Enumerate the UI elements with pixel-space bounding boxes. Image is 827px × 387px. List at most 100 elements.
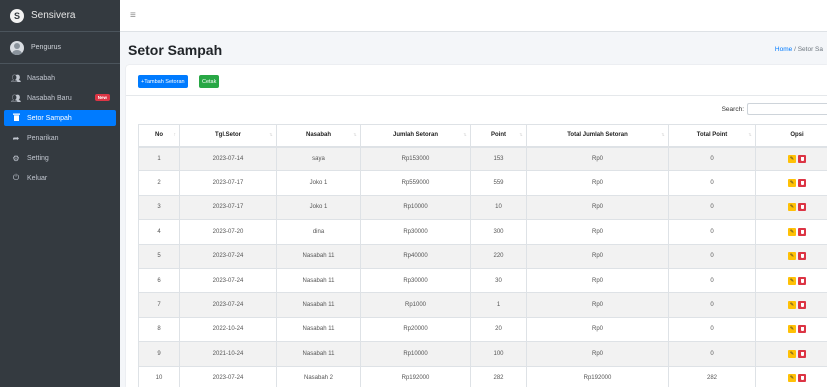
table-row: 5 2023-07-24 Nasabah 11 Rp40000 220 Rp0 0 ✎ bbox=[138, 243, 827, 269]
delete-icon[interactable] bbox=[798, 154, 806, 163]
search-input[interactable] bbox=[747, 103, 827, 115]
user-panel[interactable]: Pengurus bbox=[0, 32, 120, 64]
cell-tgl-setor: 2023-07-17 bbox=[179, 194, 277, 221]
cell-no: 4 bbox=[138, 219, 180, 245]
delete-icon[interactable] bbox=[798, 374, 806, 383]
cell-total-point: 0 bbox=[668, 243, 756, 269]
delete-icon[interactable] bbox=[798, 276, 806, 285]
delete-icon[interactable] bbox=[798, 349, 806, 358]
avatar bbox=[10, 40, 24, 55]
cell-no: 7 bbox=[138, 292, 180, 318]
trash-icon bbox=[10, 113, 22, 123]
cell-jumlah-setoran: Rp192000 bbox=[360, 365, 471, 387]
delete-icon[interactable] bbox=[798, 301, 806, 310]
col-header-opsi[interactable]: Opsi↑↓ bbox=[755, 124, 827, 148]
cell-tgl-setor: 2023-07-24 bbox=[179, 267, 277, 294]
cell-tgl-setor: 2023-07-24 bbox=[179, 292, 277, 318]
user-name: Pengurus bbox=[31, 44, 61, 51]
add-setoran-button[interactable]: +Tambah Setoran bbox=[138, 75, 188, 88]
sort-icon: ↑↓ bbox=[463, 132, 467, 138]
cell-point: 220 bbox=[470, 243, 527, 269]
users-icon: 👥︎ bbox=[10, 73, 22, 83]
table-row: 8 2022-10-24 Nasabah 11 Rp20000 20 Rp0 0 ✎ bbox=[138, 316, 827, 343]
col-header-jumlah-setoran[interactable]: Jumlah Setoran ↑↓ bbox=[360, 124, 471, 148]
edit-icon[interactable]: ✎ bbox=[788, 203, 796, 212]
sort-icon: ↑↓ bbox=[519, 132, 523, 138]
cell-total-jumlah-setoran: Rp0 bbox=[526, 243, 669, 269]
delete-icon[interactable] bbox=[798, 325, 806, 334]
cell-nasabah: Nasabah 2 bbox=[276, 365, 361, 387]
edit-icon[interactable]: ✎ bbox=[788, 276, 796, 285]
edit-icon[interactable]: ✎ bbox=[788, 154, 796, 163]
edit-icon[interactable]: ✎ bbox=[788, 325, 796, 334]
col-header-total-jumlah-setoran[interactable]: Total Jumlah Setoran ↑↓ bbox=[526, 124, 669, 148]
table-row: 6 2023-07-24 Nasabah 11 Rp30000 30 Rp0 0 ✎ bbox=[138, 267, 827, 294]
delete-icon[interactable] bbox=[798, 203, 806, 212]
cell-tgl-setor: 2021-10-24 bbox=[179, 341, 277, 367]
edit-icon[interactable]: ✎ bbox=[788, 301, 796, 310]
col-header-no[interactable]: No ↑ bbox=[138, 124, 180, 148]
sort-icon: ↑↓ bbox=[748, 132, 752, 138]
cell-no: 3 bbox=[138, 194, 180, 221]
sidebar-item-label: Setor Sampah bbox=[27, 114, 72, 122]
cell-total-jumlah-setoran: Rp0 bbox=[526, 267, 669, 294]
edit-icon[interactable]: ✎ bbox=[788, 349, 796, 358]
sidebar-nav: 👥︎ Nasabah 👥︎ Nasabah Baru New Setor Sam… bbox=[0, 64, 120, 186]
sidebar-item-label: Keluar bbox=[27, 174, 48, 182]
cell-total-point: 0 bbox=[668, 170, 756, 196]
sidebar-item-setting[interactable]: ⚙︎ Setting bbox=[4, 150, 116, 166]
col-header-label: Opsi bbox=[790, 132, 804, 139]
cell-point: 300 bbox=[470, 219, 527, 245]
col-header-tgl-setor[interactable]: Tgl.Setor ↑↓ bbox=[179, 124, 277, 148]
delete-icon[interactable] bbox=[798, 252, 806, 261]
sidebar-item-keluar[interactable]: ⏻︎ Keluar bbox=[4, 170, 116, 186]
setoran-card: +Tambah Setoran Cetak Search: No ↑ Tgl.Se… bbox=[126, 65, 827, 387]
sidebar-item-nasabah[interactable]: 👥︎ Nasabah bbox=[4, 70, 116, 86]
brand-logo-icon: S bbox=[10, 8, 24, 23]
cell-nasabah: Nasabah 11 bbox=[276, 243, 361, 269]
cell-nasabah: Nasabah 11 bbox=[276, 341, 361, 367]
page-title: Setor Sampah bbox=[128, 42, 223, 58]
cell-total-point: 0 bbox=[668, 341, 756, 367]
table-body: 1 2023-07-14 saya Rp153000 153 Rp0 0 ✎ 2 2023-07-… bbox=[138, 145, 827, 387]
sort-asc-icon: ↑ bbox=[173, 132, 176, 138]
cell-total-point: 0 bbox=[668, 267, 756, 294]
cell-opsi: ✎ bbox=[755, 145, 827, 172]
setoran-table: No ↑ Tgl.Setor ↑↓ Nasabah ↑↓ Jumlah Setoran… bbox=[138, 124, 827, 387]
sidebar-item-setor-sampah[interactable]: Setor Sampah bbox=[4, 110, 116, 126]
edit-icon[interactable]: ✎ bbox=[788, 227, 796, 236]
sidebar: S Sensivera Pengurus 👥︎ Nasabah 👥︎ Nasab… bbox=[0, 0, 120, 387]
delete-icon[interactable] bbox=[798, 179, 806, 188]
sort-icon: ↑↓ bbox=[269, 132, 273, 138]
col-header-point[interactable]: Point ↑↓ bbox=[470, 124, 527, 148]
cell-nasabah: Nasabah 11 bbox=[276, 292, 361, 318]
edit-icon[interactable]: ✎ bbox=[788, 179, 796, 188]
cell-opsi: ✎ bbox=[755, 170, 827, 196]
cell-tgl-setor: 2023-07-20 bbox=[179, 219, 277, 245]
brand[interactable]: S Sensivera bbox=[0, 0, 120, 32]
sidebar-item-label: Nasabah Baru bbox=[27, 94, 72, 102]
cell-jumlah-setoran: Rp153000 bbox=[360, 145, 471, 172]
sidebar-item-nasabah-baru[interactable]: 👥︎ Nasabah Baru New bbox=[4, 90, 116, 106]
cell-opsi: ✎ bbox=[755, 267, 827, 294]
edit-icon[interactable]: ✎ bbox=[788, 252, 796, 261]
cell-no: 8 bbox=[138, 316, 180, 343]
col-header-label: Nasabah bbox=[305, 132, 331, 139]
print-button[interactable]: Cetak bbox=[199, 75, 220, 88]
cell-jumlah-setoran: Rp40000 bbox=[360, 243, 471, 269]
edit-icon[interactable]: ✎ bbox=[788, 374, 796, 383]
delete-icon[interactable] bbox=[798, 227, 806, 236]
col-header-nasabah[interactable]: Nasabah ↑↓ bbox=[276, 124, 361, 148]
breadcrumb-separator: / bbox=[794, 46, 796, 53]
col-header-total-point[interactable]: Total Point ↑↓ bbox=[668, 124, 756, 148]
breadcrumb-home-link[interactable]: Home bbox=[775, 46, 792, 53]
cell-point: 30 bbox=[470, 267, 527, 294]
cell-no: 1 bbox=[138, 145, 180, 172]
col-header-label: Jumlah Setoran bbox=[392, 132, 438, 139]
sidebar-item-label: Penarikan bbox=[27, 134, 59, 142]
cell-point: 559 bbox=[470, 170, 527, 196]
cell-opsi: ✎ bbox=[755, 365, 827, 387]
hamburger-icon[interactable]: ≡ bbox=[130, 10, 136, 21]
sidebar-item-penarikan[interactable]: ➦ Penarikan bbox=[4, 130, 116, 146]
breadcrumb-current: Setor Sa bbox=[797, 46, 823, 53]
